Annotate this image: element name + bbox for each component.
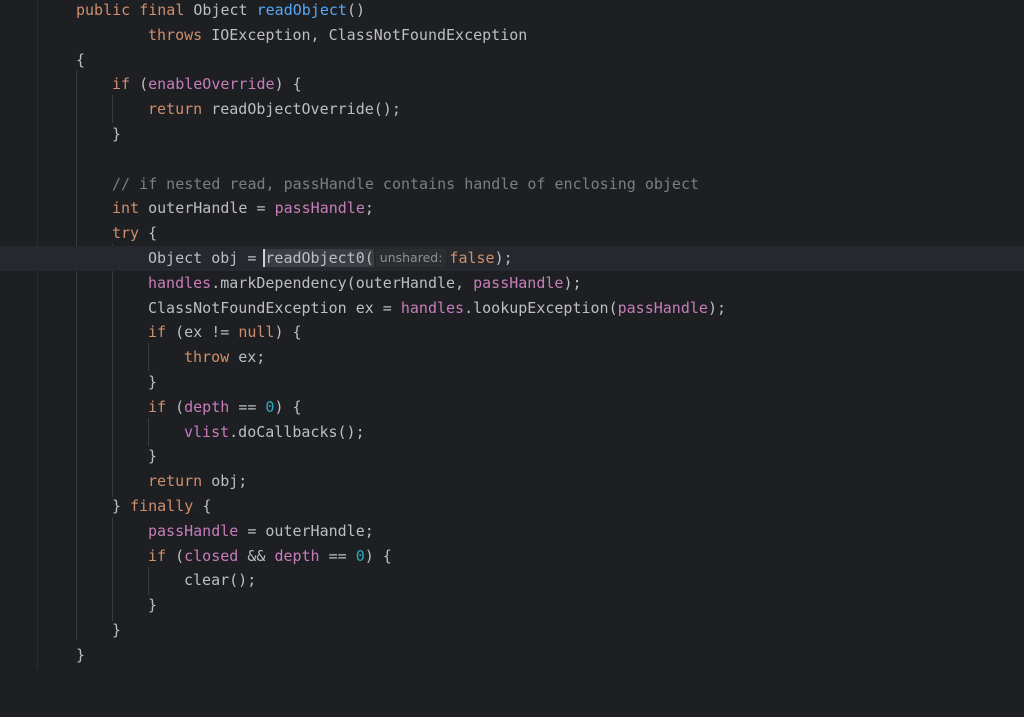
keyword-if: if (112, 75, 131, 94)
return-value: obj; (211, 472, 248, 491)
paren-brace: ) { (274, 75, 302, 94)
return-type: Object (193, 1, 248, 19)
field-handles: handles (148, 273, 212, 292)
code-line-3[interactable]: { (0, 48, 1024, 73)
code-line-14[interactable]: if (ex != null) { (0, 320, 1024, 345)
code-line-15[interactable]: throw ex; (0, 345, 1024, 370)
code-line-27[interactable]: } (0, 643, 1024, 668)
close-brace: } (112, 125, 122, 143)
code-line-18[interactable]: vlist.doCallbacks(); (0, 420, 1024, 445)
keyword-if: if (148, 323, 167, 342)
code-line-8[interactable]: // if nested read, passHandle contains h… (0, 172, 1024, 197)
throw-target: ex; (238, 348, 266, 367)
field-closed: closed (184, 546, 239, 565)
paren: ( (139, 75, 149, 94)
close-brace: } (148, 373, 158, 391)
operator-and: && (247, 546, 266, 565)
keyword-return: return (148, 100, 203, 119)
code-editor[interactable]: public final Object readObject() throws … (0, 0, 1024, 669)
parameter-hint: unshared: (375, 249, 447, 267)
field-pass-handle: passHandle (274, 199, 365, 218)
paren-brace: ) { (274, 323, 302, 342)
field-depth: depth (184, 397, 230, 416)
exception-list: IOException, ClassNotFoundException (211, 25, 528, 44)
keyword-throws: throws (148, 25, 203, 44)
code-line-2[interactable]: throws IOException, ClassNotFoundExcepti… (0, 23, 1024, 48)
code-line-17[interactable]: if (depth == 0) { (0, 395, 1024, 420)
code-line-22[interactable]: passHandle = outerHandle; (0, 519, 1024, 544)
field-pass-handle: passHandle (617, 298, 708, 317)
call-end: ); (707, 298, 726, 317)
code-line-23[interactable]: if (closed && depth == 0) { (0, 544, 1024, 569)
method-call-caret: readObject0( (263, 249, 374, 267)
declaration: ClassNotFoundException ex = (148, 298, 392, 317)
operator: == (328, 546, 347, 565)
close-brace: } (148, 596, 158, 615)
method-call: readObjectOverride(); (211, 100, 401, 119)
code-line-1[interactable]: public final Object readObject() (0, 0, 1024, 23)
field-handles: handles (400, 298, 465, 317)
code-line-24[interactable]: clear(); (0, 568, 1024, 593)
code-line-19[interactable]: } (0, 444, 1024, 469)
field-pass-handle: passHandle (473, 273, 564, 292)
method-call: .markDependency(outerHandle, (211, 273, 465, 292)
field-vlist: vlist (184, 422, 230, 441)
field-depth: depth (274, 546, 320, 565)
close-brace: } (76, 645, 86, 664)
call-end: ); (563, 273, 582, 292)
close-brace: } (148, 447, 158, 466)
condition: (ex != (175, 323, 230, 342)
semicolon: ; (364, 199, 374, 218)
code-line-20[interactable]: return obj; (0, 469, 1024, 494)
comment: // if nested read, passHandle contains h… (112, 174, 699, 193)
code-line-13[interactable]: ClassNotFoundException ex = handles.look… (0, 296, 1024, 321)
declaration: Object obj = (148, 249, 257, 267)
code-line-10[interactable]: try { (0, 221, 1024, 246)
keyword-public: public (76, 1, 131, 19)
paren-brace: ) { (364, 546, 392, 565)
code-line-7[interactable] (0, 147, 1024, 172)
paren: ( (175, 546, 185, 565)
open-brace: { (202, 497, 212, 515)
close-brace: } (112, 621, 122, 639)
keyword-int: int (112, 199, 140, 218)
method-name: readObject (256, 1, 347, 19)
paren: ( (175, 397, 185, 416)
call-end: ); (494, 249, 513, 267)
code-line-26[interactable]: } (0, 618, 1024, 643)
code-line-12[interactable]: handles.markDependency(outerHandle, pass… (0, 271, 1024, 296)
literal-false: false (449, 249, 495, 267)
method-parens: () (346, 1, 365, 19)
keyword-if: if (148, 397, 167, 416)
method-call: clear(); (184, 571, 257, 590)
field-enable-override: enableOverride (148, 75, 275, 94)
keyword-try: try (112, 224, 140, 243)
code-line-4[interactable]: if (enableOverride) { (0, 72, 1024, 97)
paren-brace: ) { (274, 397, 302, 416)
keyword-final: final (139, 1, 185, 19)
close-brace: } (112, 497, 122, 515)
code-line-11-current[interactable]: Object obj = readObject0(unshared: false)… (0, 246, 1024, 271)
code-line-9[interactable]: int outerHandle = passHandle; (0, 196, 1024, 221)
declaration: outerHandle = (148, 199, 266, 218)
assignment: = outerHandle; (247, 521, 374, 540)
keyword-return: return (148, 472, 203, 491)
code-line-5[interactable]: return readObjectOverride(); (0, 97, 1024, 122)
code-line-25[interactable]: } (0, 593, 1024, 618)
method-call: .doCallbacks(); (229, 422, 365, 441)
code-line-21[interactable]: } finally { (0, 494, 1024, 519)
field-pass-handle: passHandle (148, 521, 239, 540)
open-brace: { (148, 224, 158, 243)
open-brace: { (76, 50, 86, 69)
keyword-null: null (238, 323, 275, 342)
method-call: .lookupException( (464, 298, 618, 317)
number-literal: 0 (355, 546, 365, 565)
keyword-finally: finally (130, 497, 194, 515)
keyword-if: if (148, 546, 167, 565)
operator: == (238, 397, 257, 416)
code-line-6[interactable]: } (0, 122, 1024, 147)
keyword-throw: throw (184, 348, 230, 367)
code-line-16[interactable]: } (0, 370, 1024, 395)
